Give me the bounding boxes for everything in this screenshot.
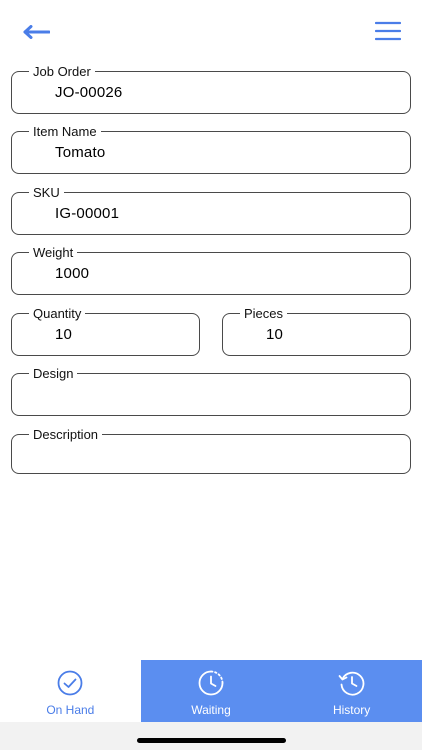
- design-label: Design: [29, 366, 78, 381]
- tab-history[interactable]: History: [281, 660, 422, 722]
- tab-history-label: History: [332, 703, 371, 717]
- menu-button[interactable]: [368, 16, 408, 46]
- quantity-label: Quantity: [29, 306, 86, 321]
- design-field[interactable]: Design: [11, 366, 411, 416]
- quantity-value: 10: [55, 326, 73, 343]
- top-bar: [0, 0, 422, 62]
- sku-value: IG-00001: [55, 205, 120, 222]
- pieces-value: 10: [266, 326, 284, 343]
- tab-waiting[interactable]: Waiting: [140, 660, 282, 722]
- job-order-value: JO-00026: [55, 84, 123, 101]
- clock-waiting-icon: [198, 670, 224, 696]
- sku-field[interactable]: SKU IG-00001: [11, 185, 411, 235]
- item-name-label: Item Name: [29, 124, 101, 139]
- weight-label: Weight: [29, 245, 78, 260]
- description-field[interactable]: Description: [11, 427, 411, 474]
- job-order-label: Job Order: [29, 64, 95, 79]
- hamburger-menu-icon: [375, 21, 401, 41]
- tab-on-hand[interactable]: On Hand: [0, 660, 141, 722]
- back-button[interactable]: [18, 18, 54, 46]
- home-indicator[interactable]: [137, 738, 286, 743]
- weight-value: 1000: [55, 265, 90, 282]
- job-order-field[interactable]: Job Order JO-00026: [11, 64, 411, 114]
- tab-waiting-label: Waiting: [191, 703, 231, 717]
- pieces-label: Pieces: [240, 306, 288, 321]
- bottom-tab-bar: On Hand Waiting History: [0, 660, 422, 722]
- tab-on-hand-label: On Hand: [46, 703, 95, 717]
- weight-field[interactable]: Weight 1000: [11, 245, 411, 295]
- item-name-field[interactable]: Item Name Tomato: [11, 124, 411, 174]
- check-circle-icon: [57, 670, 83, 696]
- arrow-left-icon: [23, 25, 50, 39]
- sku-label: SKU: [29, 185, 64, 200]
- history-icon: [338, 671, 364, 696]
- pieces-field[interactable]: Pieces 10: [222, 306, 411, 356]
- quantity-field[interactable]: Quantity 10: [11, 306, 200, 356]
- item-name-value: Tomato: [55, 144, 106, 161]
- home-indicator-area: [0, 722, 422, 750]
- description-label: Description: [29, 427, 103, 442]
